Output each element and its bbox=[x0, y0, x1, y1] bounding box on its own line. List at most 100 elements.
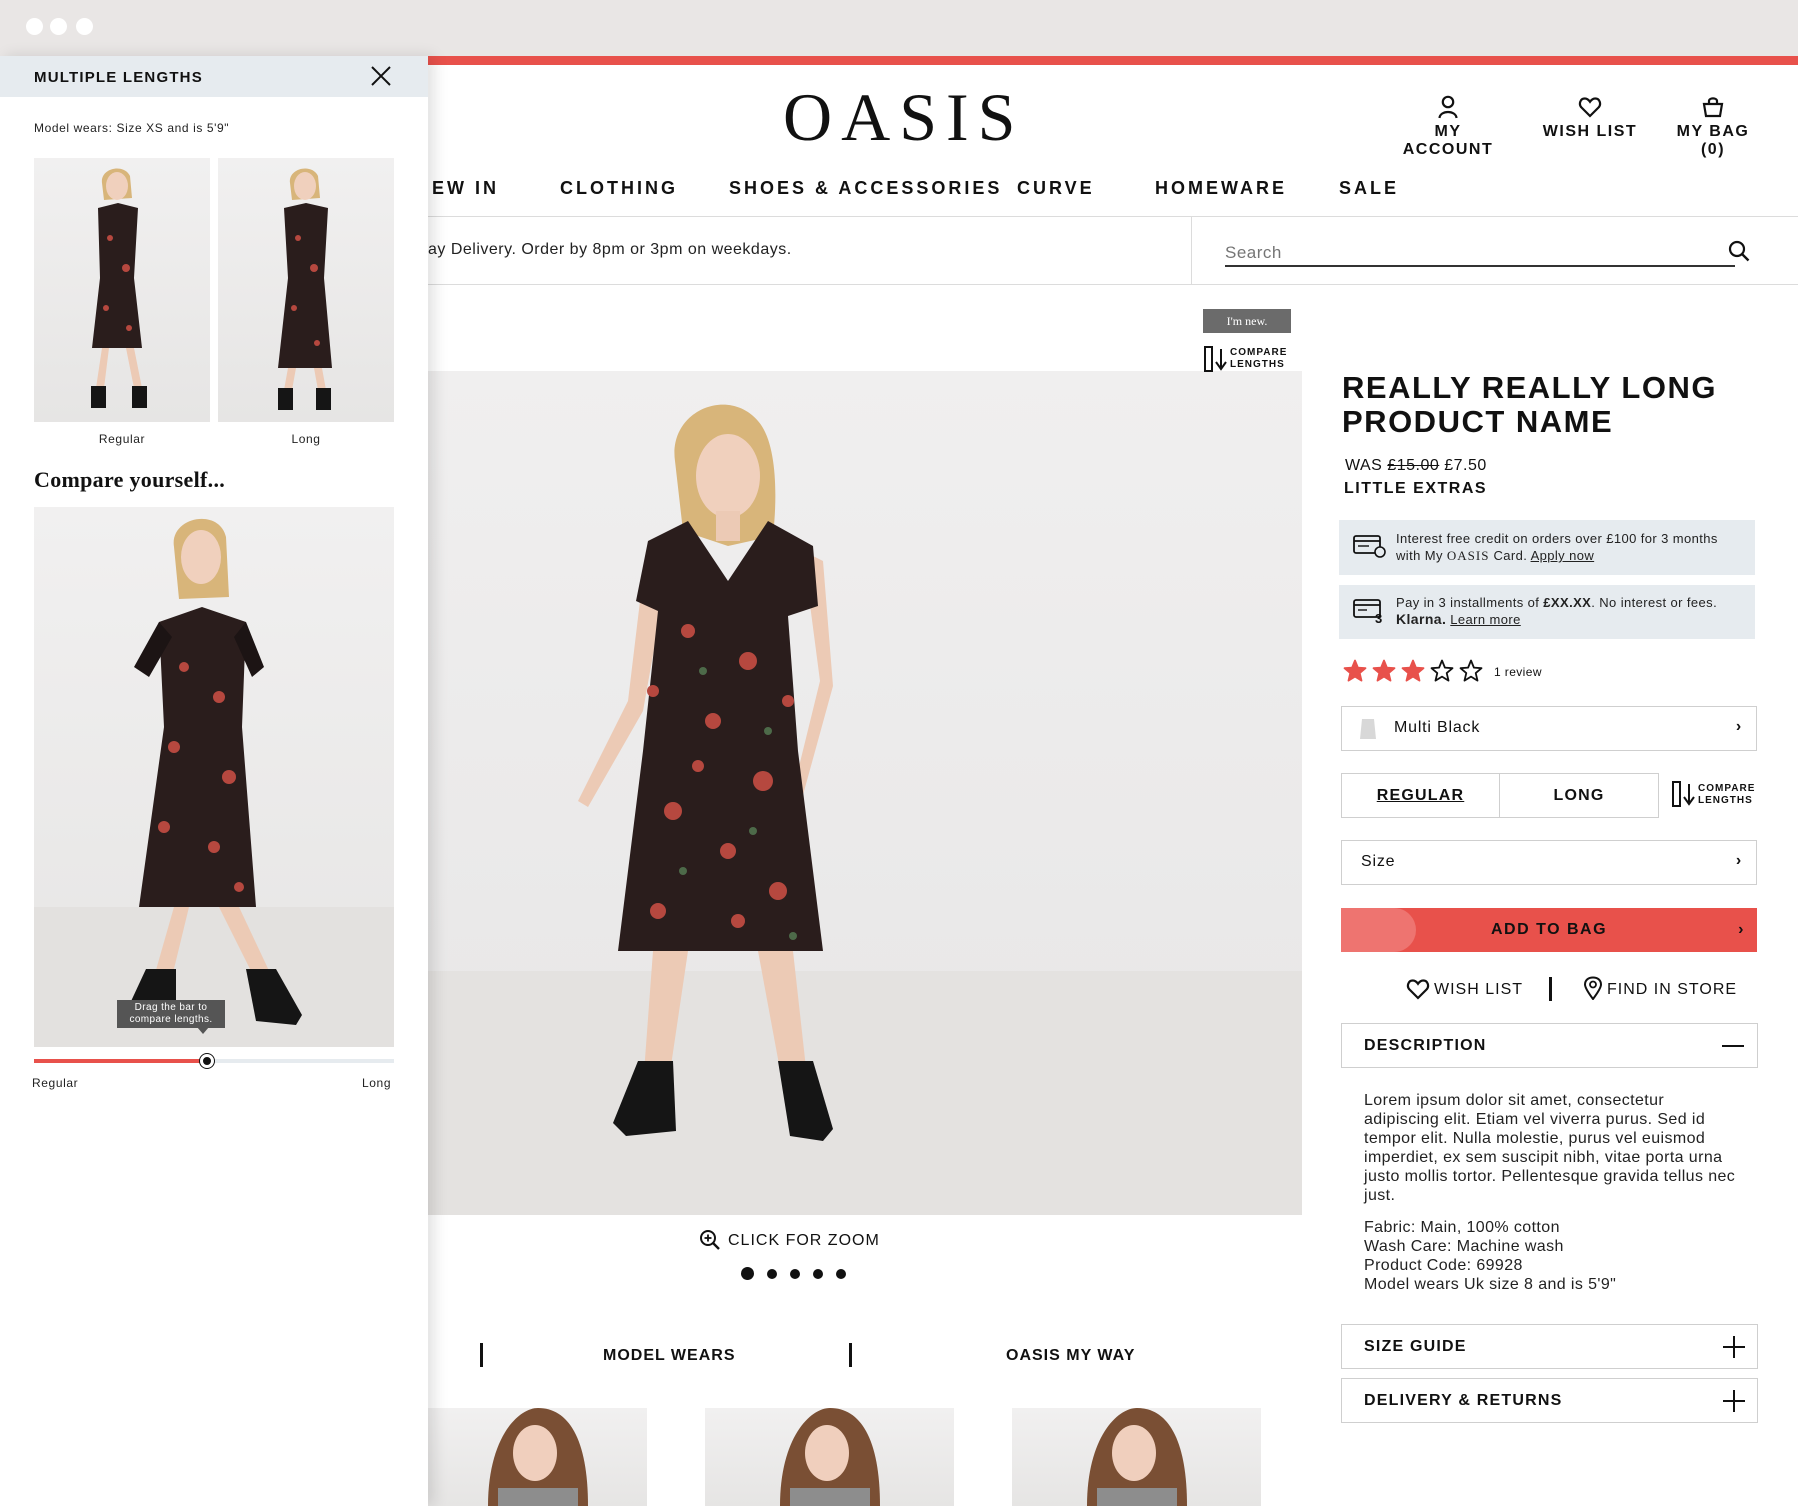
compare-model-photo bbox=[34, 518, 394, 1047]
action-separator bbox=[1549, 977, 1552, 1001]
heart-icon bbox=[1406, 979, 1430, 1000]
panel-title: MULTIPLE LENGTHS bbox=[34, 69, 203, 86]
zoom-icon bbox=[700, 1230, 720, 1250]
image-compare-lengths[interactable]: COMPARE LENGTHS bbox=[1203, 343, 1293, 377]
delivery-promo[interactable]: ay Delivery. Order by 8pm or 3pm on week… bbox=[428, 241, 792, 259]
nav-item-new-in[interactable]: EW IN bbox=[432, 178, 499, 199]
detail-product-code: Product Code: 69928 bbox=[1364, 1257, 1523, 1274]
window-dot[interactable] bbox=[50, 18, 67, 35]
promo-divider bbox=[1191, 217, 1192, 284]
size-guide-accordion[interactable]: SIZE GUIDE bbox=[1341, 1324, 1758, 1369]
star-filled-icon[interactable] bbox=[1343, 659, 1367, 683]
colour-select[interactable]: Multi Black › bbox=[1341, 706, 1757, 751]
header-wishlist-link[interactable]: WISH LIST bbox=[1540, 95, 1640, 141]
colour-value: Multi Black bbox=[1394, 719, 1481, 736]
my-bag-label: MY BAG (0) bbox=[1676, 123, 1750, 158]
star-rating[interactable] bbox=[1343, 659, 1483, 683]
klarna-text-a: Pay in 3 installments of bbox=[1396, 595, 1540, 610]
search-input[interactable] bbox=[1225, 241, 1735, 267]
heart-icon bbox=[1578, 97, 1602, 118]
search-icon[interactable] bbox=[1727, 239, 1751, 263]
chevron-right-icon: › bbox=[1735, 718, 1742, 735]
description-accordion-header[interactable]: DESCRIPTION bbox=[1341, 1023, 1758, 1068]
chevron-right-icon: › bbox=[1735, 852, 1742, 869]
nav-item-curve[interactable]: CURVE bbox=[1017, 178, 1095, 199]
drag-tooltip: Drag the bar to compare lengths. bbox=[117, 1000, 225, 1028]
thumb-long[interactable] bbox=[218, 158, 394, 422]
length-option-regular[interactable]: REGULAR bbox=[1342, 774, 1499, 817]
related-product-image[interactable] bbox=[428, 1408, 647, 1506]
review-count[interactable]: 1 review bbox=[1494, 665, 1542, 679]
slider-right-label: Long bbox=[362, 1076, 392, 1090]
compare-label-1: COMPARE bbox=[1698, 783, 1756, 794]
star-filled-icon[interactable] bbox=[1401, 659, 1425, 683]
star-empty-icon[interactable] bbox=[1459, 659, 1483, 683]
wishlist-label: WISH LIST bbox=[1434, 981, 1524, 998]
product-title: REALLY REALLY LONG PRODUCT NAME bbox=[1342, 371, 1772, 439]
slider-fill bbox=[34, 1059, 207, 1063]
add-to-bag-label: ADD TO BAG bbox=[1490, 921, 1608, 938]
credit-text-line1: Interest free credit on orders over £100… bbox=[1396, 531, 1718, 546]
window-dot[interactable] bbox=[26, 18, 43, 35]
compare-lengths-icon bbox=[1672, 781, 1695, 807]
gallery-dot[interactable] bbox=[790, 1269, 800, 1279]
gallery-dot[interactable] bbox=[813, 1269, 823, 1279]
compare-label-2: LENGTHS bbox=[1698, 795, 1753, 806]
gallery-dot-active[interactable] bbox=[741, 1267, 754, 1280]
thumb-regular[interactable] bbox=[34, 158, 210, 422]
close-icon[interactable] bbox=[370, 65, 392, 87]
credit-card-icon bbox=[1353, 535, 1386, 558]
was-label: WAS bbox=[1345, 457, 1383, 474]
oasis-logo[interactable]: OASIS bbox=[783, 78, 1025, 157]
length-option-long[interactable]: LONG bbox=[1500, 774, 1658, 817]
browser-chrome bbox=[0, 0, 1798, 56]
related-model-photo bbox=[780, 1408, 880, 1506]
klarna-text-b: . No interest or fees. bbox=[1591, 595, 1718, 610]
header-wishlist-label: WISH LIST bbox=[1542, 123, 1638, 140]
colour-swatch-icon bbox=[1360, 719, 1376, 739]
size-select[interactable]: Size › bbox=[1341, 840, 1757, 885]
detail-wash-care: Wash Care: Machine wash bbox=[1364, 1238, 1564, 1255]
location-pin-icon bbox=[1583, 976, 1603, 1000]
collection-label: LITTLE EXTRAS bbox=[1344, 480, 1488, 497]
installments-icon: 3 bbox=[1353, 599, 1383, 624]
delivery-returns-accordion[interactable]: DELIVERY & RETURNS bbox=[1341, 1378, 1758, 1423]
product-main-image[interactable] bbox=[428, 371, 1302, 1215]
gallery-dot[interactable] bbox=[767, 1269, 777, 1279]
search-divider bbox=[428, 284, 1798, 285]
gallery-dot[interactable] bbox=[836, 1269, 846, 1279]
length-toggle: REGULAR LONG bbox=[1341, 773, 1659, 818]
star-empty-icon[interactable] bbox=[1430, 659, 1454, 683]
compare-lengths-button[interactable]: COMPARE LENGTHS bbox=[1671, 778, 1761, 812]
my-account-link[interactable]: MY ACCOUNT bbox=[1393, 95, 1503, 159]
nav-item-clothing[interactable]: CLOTHING bbox=[560, 178, 678, 199]
add-to-bag-button[interactable]: ADD TO BAG › bbox=[1341, 908, 1757, 952]
model-note: Model wears: Size XS and is 5'9" bbox=[34, 121, 230, 135]
learn-more-link[interactable]: Learn more bbox=[1450, 612, 1520, 627]
star-filled-icon[interactable] bbox=[1372, 659, 1396, 683]
product-page: OASIS MY ACCOUNT WISH LIST MY BAG (0) EW… bbox=[428, 65, 1798, 1506]
nav-item-homeware[interactable]: HOMEWARE bbox=[1155, 178, 1287, 199]
product-title-line2: PRODUCT NAME bbox=[1342, 404, 1614, 439]
klarna-logo: Klarna. bbox=[1396, 611, 1447, 627]
nav-item-shoes-accessories[interactable]: SHOES & ACCESSORIES bbox=[729, 178, 1002, 199]
svg-text:3: 3 bbox=[1375, 611, 1383, 624]
window-dot[interactable] bbox=[76, 18, 93, 35]
delivery-returns-title: DELIVERY & RETURNS bbox=[1364, 1392, 1563, 1409]
my-bag-link[interactable]: MY BAG (0) bbox=[1663, 95, 1763, 159]
tab-model-wears[interactable]: MODEL WEARS bbox=[603, 1347, 735, 1365]
related-product-image[interactable] bbox=[705, 1408, 954, 1506]
apply-now-link[interactable]: Apply now bbox=[1531, 548, 1595, 563]
slider-handle[interactable] bbox=[199, 1054, 214, 1068]
tab-oasis-my-way[interactable]: OASIS MY WAY bbox=[1006, 1347, 1135, 1365]
compare-yourself-title: Compare yourself... bbox=[34, 467, 226, 492]
compare-image[interactable] bbox=[34, 507, 394, 1047]
description-body: Lorem ipsum dolor sit amet, consectetur … bbox=[1364, 1092, 1736, 1204]
regular-length-photo bbox=[91, 168, 147, 408]
nav-item-sale[interactable]: SALE bbox=[1339, 178, 1399, 199]
gallery-dots bbox=[741, 1267, 861, 1281]
account-icon bbox=[1438, 95, 1458, 119]
model-photo bbox=[428, 404, 1302, 1215]
related-product-image[interactable] bbox=[1012, 1408, 1261, 1506]
length-slider[interactable] bbox=[34, 1054, 394, 1068]
